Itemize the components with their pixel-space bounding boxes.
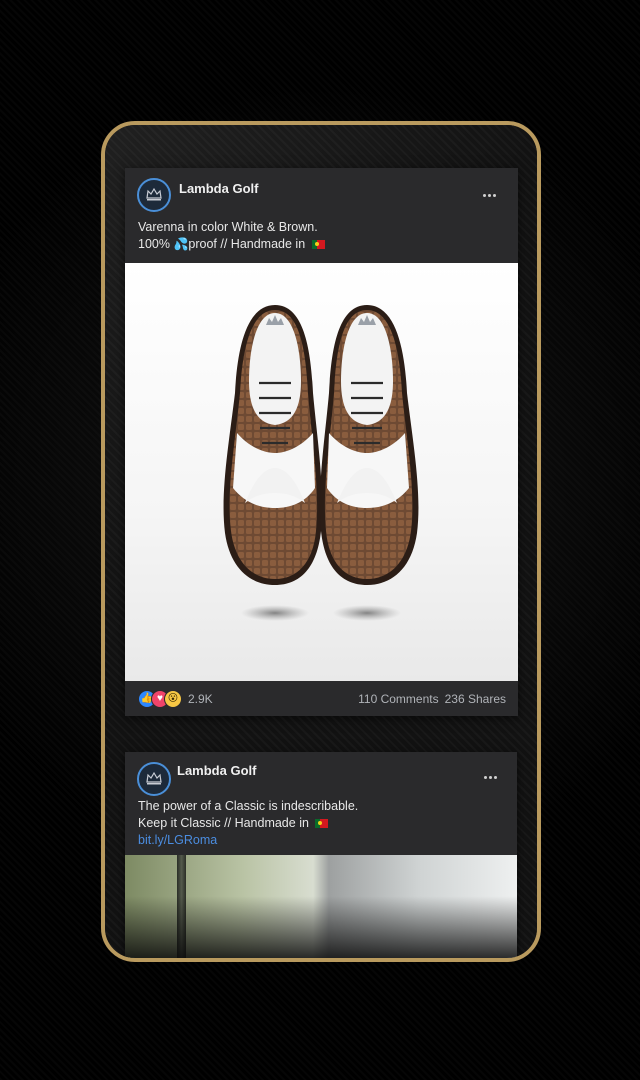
post-text-line: Keep it Classic // Handmade in bbox=[138, 815, 358, 832]
reaction-count[interactable]: 2.9K bbox=[188, 692, 213, 706]
page-avatar[interactable] bbox=[137, 762, 171, 796]
right-shoe bbox=[319, 305, 419, 585]
portugal-flag-icon bbox=[315, 819, 329, 828]
post-text: Varenna in color White & Brown. 100% 💦pr… bbox=[138, 219, 325, 253]
post-text-line: 100% 💦proof // Handmade in bbox=[138, 236, 325, 253]
crown-logo-icon bbox=[146, 771, 162, 785]
page-name[interactable]: Lambda Golf bbox=[177, 763, 256, 778]
post-image[interactable] bbox=[125, 263, 518, 681]
water-drops-emoji: 💦 bbox=[173, 237, 189, 251]
post-card: Lambda Golf Varenna in color White & Bro… bbox=[125, 168, 518, 716]
post-card: Lambda Golf The power of a Classic is in… bbox=[125, 752, 517, 958]
more-options-icon[interactable] bbox=[478, 770, 502, 784]
shares-count[interactable]: 236 Shares bbox=[445, 692, 506, 706]
post-stats: 110 Comments 236 Shares bbox=[358, 692, 506, 706]
phone-frame: Lambda Golf Varenna in color White & Bro… bbox=[101, 121, 541, 962]
post-image[interactable] bbox=[125, 855, 517, 958]
shoes-image bbox=[223, 305, 419, 621]
more-options-icon[interactable] bbox=[477, 188, 501, 202]
comments-count[interactable]: 110 Comments bbox=[358, 692, 438, 706]
reaction-icons[interactable]: 👍 ♥ 😮 bbox=[138, 689, 182, 708]
wow-icon: 😮 bbox=[164, 689, 182, 708]
reactions-bar: 👍 ♥ 😮 2.9K 110 Comments 236 Shares bbox=[125, 681, 518, 716]
left-shoe bbox=[223, 305, 323, 585]
screen: Lambda Golf Varenna in color White & Bro… bbox=[105, 125, 537, 958]
post-link[interactable]: bit.ly/LGRoma bbox=[138, 832, 358, 849]
golf-club-shaft bbox=[177, 855, 186, 958]
post-text: The power of a Classic is indescribable.… bbox=[138, 798, 358, 849]
portugal-flag-icon bbox=[311, 240, 325, 249]
post-text-line: Varenna in color White & Brown. bbox=[138, 220, 318, 234]
post-text-line: The power of a Classic is indescribable. bbox=[138, 799, 359, 813]
page-avatar[interactable] bbox=[137, 178, 171, 212]
page-name[interactable]: Lambda Golf bbox=[179, 181, 258, 196]
crown-logo-icon bbox=[146, 187, 162, 201]
